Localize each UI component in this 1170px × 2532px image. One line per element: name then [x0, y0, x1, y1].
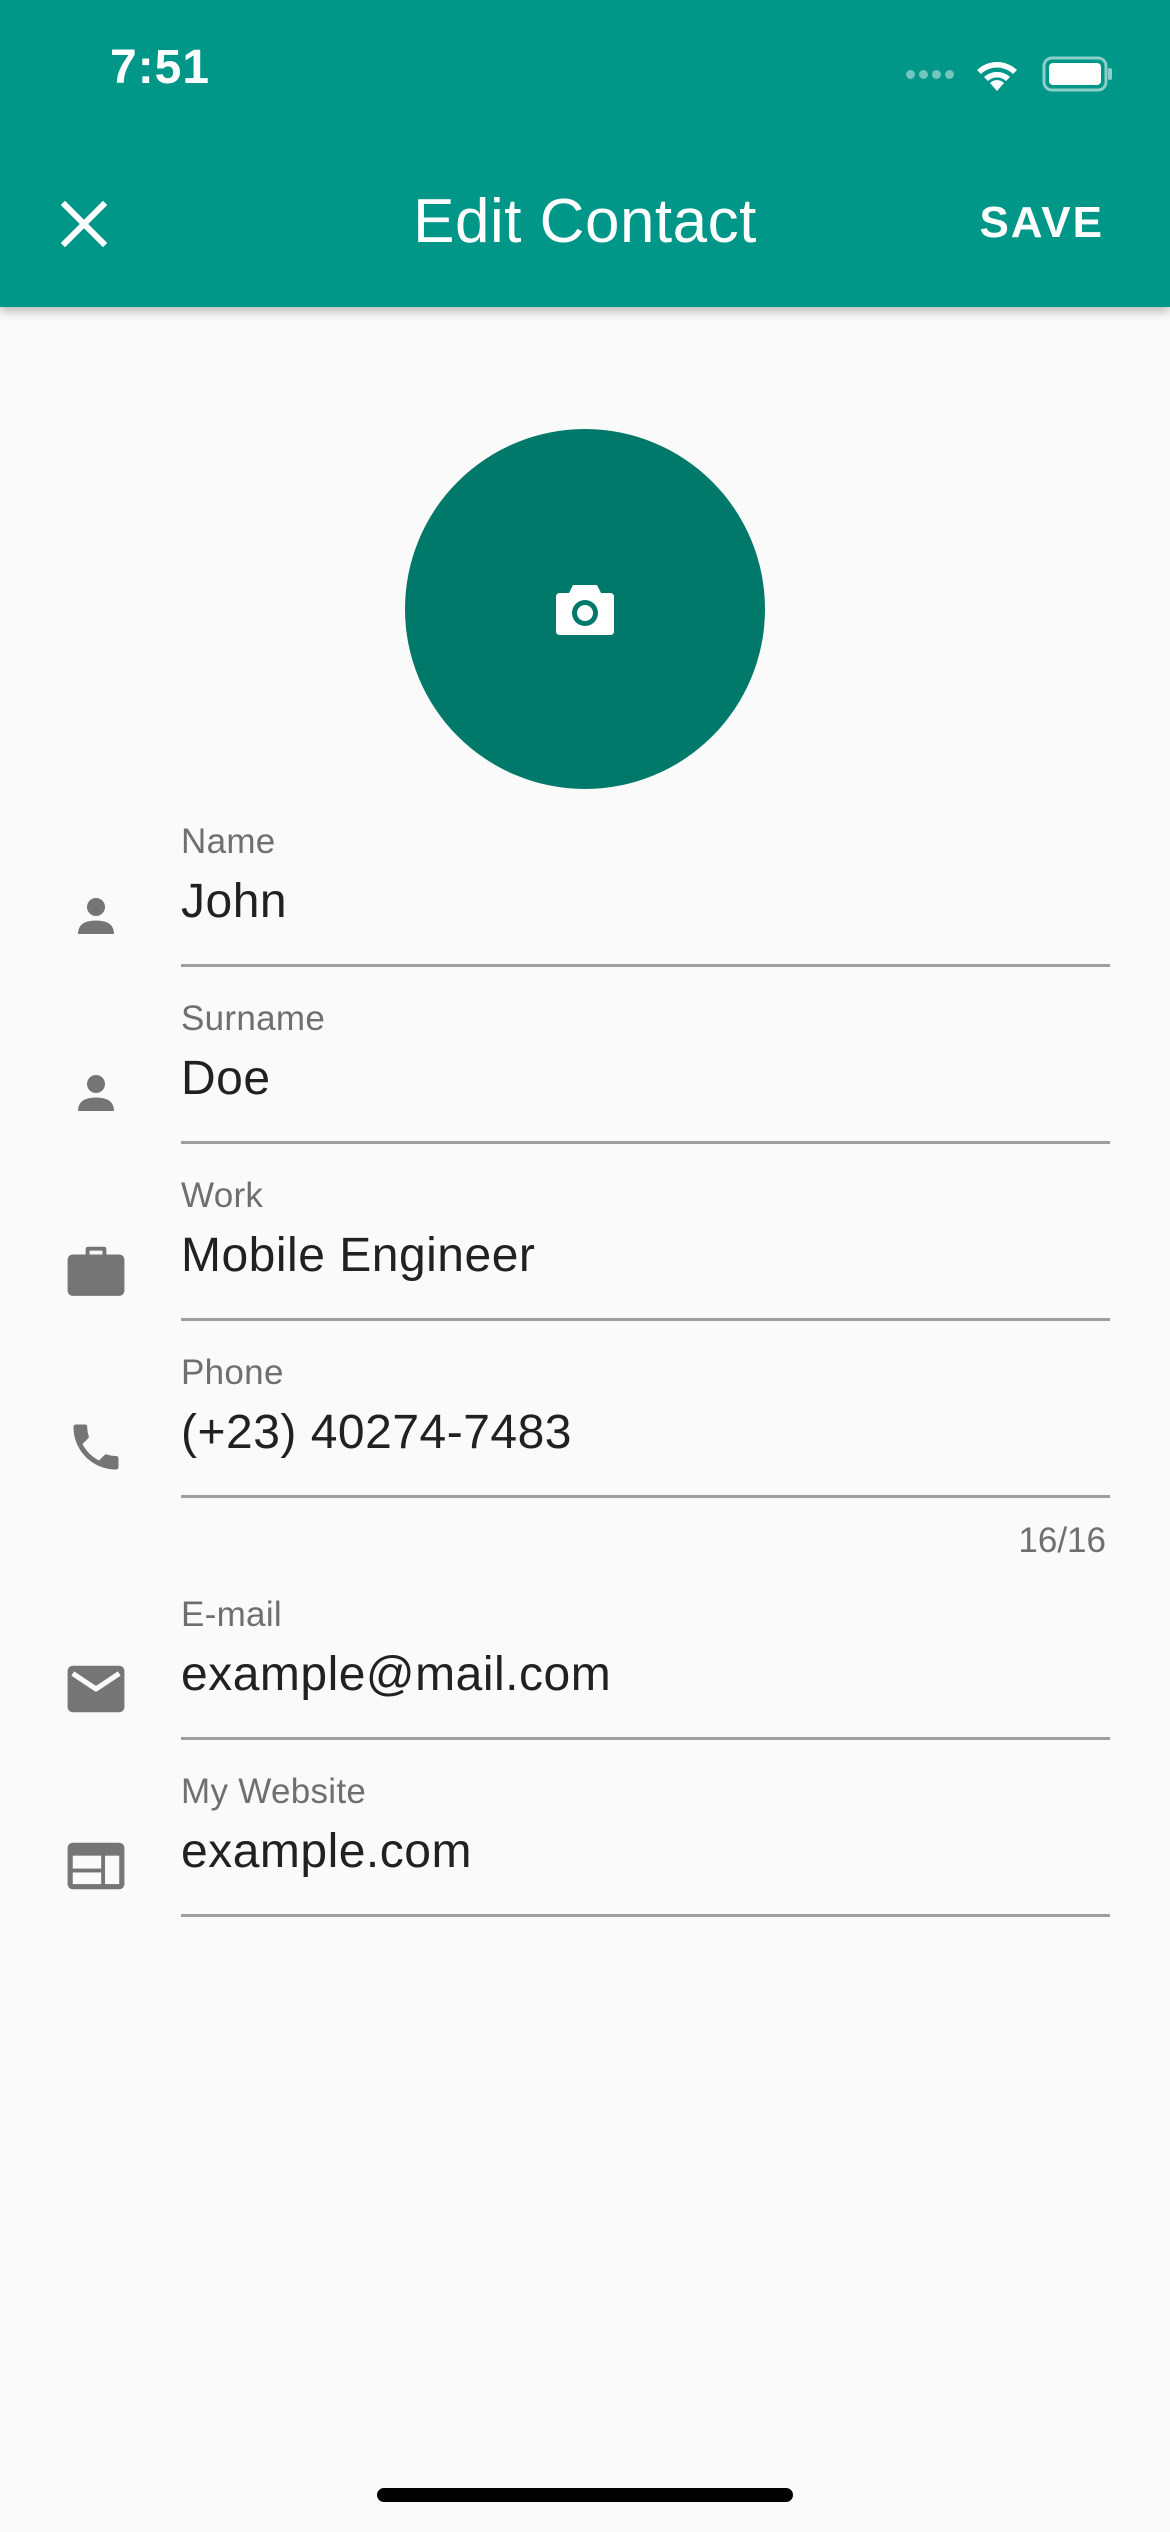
- phone-input[interactable]: (+23) 40274-7483: [181, 1405, 1110, 1460]
- person-icon: [60, 880, 132, 952]
- save-button[interactable]: SAVE: [979, 198, 1104, 248]
- avatar-photo-button[interactable]: [405, 429, 765, 789]
- name-underline: [181, 964, 1110, 967]
- name-input[interactable]: John: [181, 874, 1110, 929]
- web-icon: [60, 1830, 132, 1902]
- website-field-row: My Website example.com: [0, 1772, 1170, 1950]
- status-icons: [906, 52, 1114, 96]
- email-underline: [181, 1737, 1110, 1740]
- phone-icon: [60, 1411, 132, 1483]
- status-time: 7:51: [110, 41, 211, 94]
- person-icon: [60, 1057, 132, 1129]
- email-label: E-mail: [181, 1595, 282, 1634]
- work-input[interactable]: Mobile Engineer: [181, 1228, 1110, 1283]
- name-field-row: Name John: [0, 822, 1170, 1000]
- cellular-signal-icon: [906, 69, 958, 79]
- email-field-row: E-mail example@mail.com: [0, 1595, 1170, 1773]
- work-underline: [181, 1318, 1110, 1321]
- briefcase-icon: [60, 1234, 132, 1306]
- surname-field-row: Surname Doe: [0, 999, 1170, 1177]
- app-header: 7:51 Edit Contact SAVE: [0, 0, 1170, 307]
- surname-underline: [181, 1141, 1110, 1144]
- phone-label: Phone: [181, 1353, 284, 1392]
- wifi-icon: [977, 62, 1017, 91]
- battery-icon: [1042, 56, 1112, 92]
- phone-character-counter: 16/16: [1018, 1521, 1106, 1560]
- email-icon: [60, 1653, 132, 1725]
- email-input[interactable]: example@mail.com: [181, 1647, 1110, 1702]
- work-label: Work: [181, 1176, 264, 1215]
- phone-underline: [181, 1495, 1110, 1498]
- home-indicator[interactable]: [377, 2488, 793, 2502]
- website-underline: [181, 1914, 1110, 1917]
- surname-label: Surname: [181, 999, 326, 1038]
- work-field-row: Work Mobile Engineer: [0, 1176, 1170, 1354]
- phone-field-row: Phone (+23) 40274-7483 16/16: [0, 1353, 1170, 1560]
- camera-icon: [556, 585, 614, 635]
- name-label: Name: [181, 822, 276, 861]
- surname-input[interactable]: Doe: [181, 1051, 1110, 1106]
- edit-contact-screen: 7:51 Edit Contact SAVE Name John Surname…: [0, 0, 1170, 2532]
- website-input[interactable]: example.com: [181, 1824, 1110, 1879]
- website-label: My Website: [181, 1772, 367, 1811]
